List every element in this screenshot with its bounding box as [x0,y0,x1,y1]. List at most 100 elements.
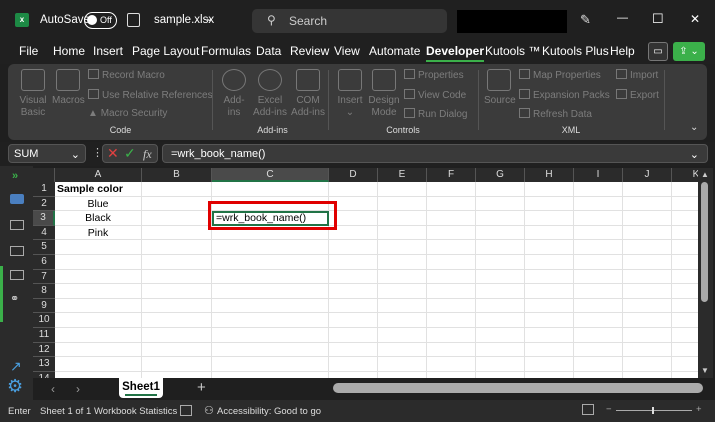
row-header-5[interactable]: 5 [33,240,55,255]
cell-J8[interactable] [623,284,672,299]
com-add-ins-button[interactable]: COM Add-ins [290,69,326,119]
design-mode-button[interactable]: Design Mode [368,69,400,119]
cell-F7[interactable] [427,269,476,285]
sheet-tab[interactable]: Sheet1 [119,378,163,398]
tab-insert[interactable]: Insert [93,44,123,58]
cell-B4[interactable] [142,225,212,241]
tab-developer[interactable]: Developer [426,44,485,62]
cell-E6[interactable] [378,255,427,270]
cell-G13[interactable] [476,357,525,372]
tab-view[interactable]: View [334,44,360,58]
add-sheet-button[interactable]: + [197,379,206,396]
cell-A7[interactable] [55,269,142,285]
cell-F4[interactable] [427,225,476,241]
cell-D6[interactable] [329,255,378,270]
record-macro-button[interactable]: Record Macro [88,69,165,81]
cell-K9[interactable] [672,299,698,314]
row-header-9[interactable]: 9 [33,298,55,314]
cell-F11[interactable] [427,328,476,343]
column-header-B[interactable]: B [142,168,212,182]
column-header-H[interactable]: H [525,168,574,182]
cell-B6[interactable] [142,255,212,270]
row-header-8[interactable]: 8 [33,284,55,299]
enter-icon[interactable]: ✓ [124,145,136,162]
tab-kutools[interactable]: Kutools ™ [485,44,540,58]
cell-A13[interactable] [55,357,142,372]
cell-I8[interactable] [574,284,623,299]
cell-C5[interactable] [212,240,329,255]
cell-F2[interactable] [427,196,476,212]
cell-H11[interactable] [525,328,574,343]
cell-A9[interactable] [55,298,142,314]
excel-add-ins-button[interactable]: Excel Add-ins [252,69,288,119]
cell-A12[interactable] [55,342,142,358]
maximize-button[interactable]: ☐ [652,11,664,27]
cell-E8[interactable] [378,284,427,299]
cell-B12[interactable] [142,342,212,358]
column-header-D[interactable]: D [329,168,378,182]
tab-file[interactable]: File [19,44,38,58]
cell-I2[interactable] [574,196,623,212]
cell-A5[interactable] [55,240,142,255]
cell-I11[interactable] [574,328,623,343]
cell-G12[interactable] [476,342,525,358]
cell-I6[interactable] [574,255,623,270]
insert-function-icon[interactable]: fx [143,147,152,162]
column-list-icon[interactable] [10,270,24,280]
zoom-slider-thumb[interactable] [652,407,654,414]
row-header-3[interactable]: 3 [33,211,55,226]
cell-C11[interactable] [212,328,329,343]
name-box[interactable]: SUM ⌄ [8,144,86,163]
cell-C10[interactable] [212,313,329,328]
expansion-packs-button[interactable]: Expansion Packs [519,89,610,101]
visual-basic-button[interactable]: Visual Basic [18,69,48,119]
cell-J10[interactable] [623,313,672,328]
cell-I12[interactable] [574,342,623,358]
cell-K10[interactable] [672,313,698,328]
cell-B5[interactable] [142,240,212,255]
find-replace-icon[interactable]: ⚭ [10,292,19,305]
cell-J1[interactable] [623,182,672,197]
insert-control-button[interactable]: Insert ⌄ [336,69,364,119]
cell-F1[interactable] [427,182,476,197]
macro-recording-icon[interactable] [180,405,192,416]
cell-G7[interactable] [476,269,525,285]
formula-input[interactable]: =wrk_book_name() ⌄ [162,144,708,163]
cell-A11[interactable] [55,328,142,343]
cell-E10[interactable] [378,313,427,328]
cell-K5[interactable] [672,240,698,255]
macro-security-button[interactable]: ▲ Macro Security [88,108,167,119]
cell-B8[interactable] [142,284,212,299]
autosave-toggle[interactable]: Off [84,12,117,29]
cell-C2[interactable] [212,196,329,212]
column-header-A[interactable]: A [55,168,142,182]
cell-A1[interactable]: Sample color [55,182,142,197]
column-header-J[interactable]: J [623,168,672,182]
cell-G10[interactable] [476,313,525,328]
search-box[interactable]: ⚲ Search [252,9,447,33]
next-sheet-icon[interactable]: › [76,382,80,396]
macros-button[interactable]: Macros [52,69,85,107]
cell-J4[interactable] [623,225,672,241]
cell-C13[interactable] [212,357,329,372]
cell-B11[interactable] [142,328,212,343]
use-relative-references-button[interactable]: Use Relative References [88,89,213,101]
cell-E7[interactable] [378,269,427,285]
cell-G9[interactable] [476,298,525,314]
cell-J2[interactable] [623,196,672,212]
cell-D12[interactable] [329,342,378,358]
cell-F13[interactable] [427,357,476,372]
row-header-2[interactable]: 2 [33,196,55,212]
cell-E11[interactable] [378,328,427,343]
view-code-button[interactable]: View Code [404,89,466,101]
cell-K3[interactable] [672,211,698,226]
workbook-statistics[interactable]: Workbook Statistics [94,406,177,417]
cell-D5[interactable] [329,240,378,255]
tab-automate[interactable]: Automate [369,44,420,58]
cell-I10[interactable] [574,313,623,328]
expand-formula-icon[interactable]: ⌄ [690,148,699,161]
chevron-down-icon[interactable]: ⌄ [205,13,213,24]
collapse-ribbon-icon[interactable]: ⌄ [690,122,698,133]
cell-H3[interactable] [525,211,574,226]
cell-F6[interactable] [427,255,476,270]
